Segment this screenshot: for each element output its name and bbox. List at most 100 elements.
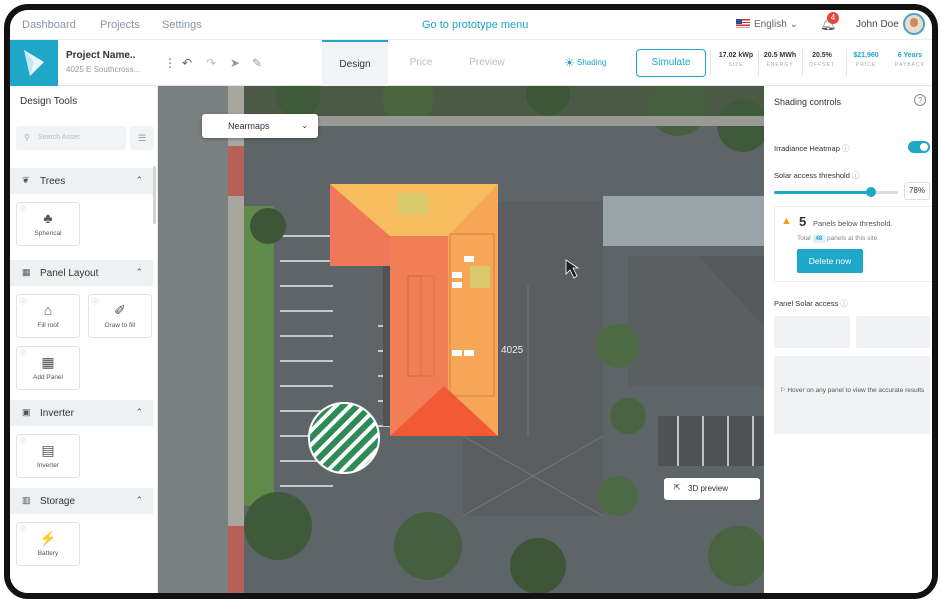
info-icon: ⓘ xyxy=(20,528,27,534)
info-icon: ⓘ xyxy=(20,300,27,306)
nav-settings[interactable]: Settings xyxy=(162,19,202,31)
inverter-icon: ▤ xyxy=(41,442,55,458)
redo-icon[interactable]: ↷ xyxy=(206,56,216,70)
placeholder-box xyxy=(774,316,850,348)
us-flag-icon xyxy=(736,19,750,28)
stat-label: OFFSET xyxy=(809,62,835,68)
slider-knob[interactable] xyxy=(865,187,876,197)
undo-icon[interactable]: ↶ xyxy=(182,56,192,70)
stat-value: 20.5 MWh xyxy=(763,52,797,59)
slider-fill xyxy=(774,191,871,194)
stat-value: 6 Years xyxy=(897,52,923,59)
tool-label: Add Panel xyxy=(33,374,63,381)
tree-icon: ♣ xyxy=(43,210,53,226)
scrollbar[interactable] xyxy=(153,166,156,224)
threshold-value[interactable]: 78% xyxy=(904,182,930,200)
prototype-menu-link[interactable]: Go to prototype menu xyxy=(422,19,528,31)
panel-title: Shading controls xyxy=(774,97,842,107)
tab-preview[interactable]: Preview xyxy=(454,40,520,86)
hint-icon: ⚐ xyxy=(779,387,786,394)
tool-inverter[interactable]: ⓘ ▤ Inverter xyxy=(16,434,80,478)
chevron-up-icon: ⌃ xyxy=(135,407,143,417)
3d-preview-label: 3D preview xyxy=(688,484,729,493)
panel-access-title: Panel Solar access ⓘ xyxy=(774,298,848,309)
chevron-down-icon: ⌄ xyxy=(301,121,308,130)
tree-icon: ❦ xyxy=(22,175,30,185)
stat-label: ENERGY xyxy=(766,62,794,68)
threshold-slider[interactable] xyxy=(774,187,898,197)
section-inverter[interactable]: ▣ Inverter ⌃ xyxy=(10,400,153,426)
stat-offset: 20.5% OFFSET xyxy=(804,52,840,68)
nav-projects[interactable]: Projects xyxy=(100,19,140,31)
project-address: 4025 E Southcross... xyxy=(66,65,141,74)
solar-panel-icon: ▦ xyxy=(22,267,31,277)
address-label: 4025 xyxy=(501,345,524,356)
user-name[interactable]: John Doe xyxy=(856,19,899,30)
chevron-down-icon: ⌄ xyxy=(789,19,798,30)
heatmap-toggle[interactable] xyxy=(908,141,930,153)
info-icon: ⓘ xyxy=(20,440,27,446)
storage-icon: ▥ xyxy=(22,495,31,505)
tool-draw-to-fill[interactable]: ⓘ ✐ Draw to fill xyxy=(88,294,152,338)
info-icon: ⓘ xyxy=(20,352,27,358)
help-icon[interactable]: ? xyxy=(914,94,926,106)
app-logo[interactable] xyxy=(10,40,58,86)
section-label: Inverter xyxy=(40,408,74,419)
tool-fill-roof[interactable]: ⓘ ⌂ Fill roof xyxy=(16,294,80,338)
project-header: Project Name.. 4025 E Southcross... ⋮ ↶ … xyxy=(10,40,932,86)
info-icon: ⓘ xyxy=(20,208,27,214)
tool-spherical[interactable]: ⓘ ♣ Spherical xyxy=(16,202,80,246)
top-nav: Dashboard Projects Settings Go to protot… xyxy=(10,10,932,40)
info-icon: ⓘ xyxy=(92,300,99,306)
chevron-up-icon: ⌃ xyxy=(135,175,143,185)
section-trees[interactable]: ❦ Trees ⌃ xyxy=(10,168,153,194)
imagery-source-label: Nearmaps xyxy=(228,121,270,131)
simulate-button[interactable]: Simulate xyxy=(636,49,706,77)
tool-label: Draw to fill xyxy=(104,322,136,329)
divider xyxy=(846,50,847,76)
3d-preview-button[interactable]: ⇱ 3D preview xyxy=(664,478,760,500)
stat-label: SIZE xyxy=(728,62,744,68)
below-count: 5 xyxy=(799,214,807,229)
search-icon: ⚲ xyxy=(24,133,30,142)
nav-dashboard[interactable]: Dashboard xyxy=(22,19,76,31)
delete-now-button[interactable]: Delete now xyxy=(797,249,863,273)
project-name[interactable]: Project Name.. xyxy=(66,50,135,61)
design-tools-panel: Design Tools ⚲ Search Asset ☰ ❦ Trees ⌃ ⓘ ♣ S… xyxy=(10,86,158,593)
tool-label: Spherical xyxy=(34,230,62,237)
pointer-icon[interactable]: ➤ xyxy=(230,56,240,70)
draw-icon: ✐ xyxy=(114,302,126,318)
threshold-label: Solar access threshold ⓘ xyxy=(774,170,859,181)
imagery-source-dropdown[interactable]: Nearmaps ⌄ xyxy=(202,114,318,138)
map-canvas[interactable]: Nearmaps ⌄ 4025 ⇱ 3D preview xyxy=(158,86,764,593)
pencil-icon[interactable]: ✎ xyxy=(252,56,262,70)
stat-price: $21,960 PRICE xyxy=(848,52,884,68)
threshold-warning-card: ▲ 5 Panels below threshold. Total 48 pan… xyxy=(774,206,932,282)
section-label: Trees xyxy=(40,176,66,187)
section-panel-layout[interactable]: ▦ Panel Layout ⌃ xyxy=(10,260,153,286)
tab-design[interactable]: Design xyxy=(322,40,388,86)
solar-panel-icon: ▦ xyxy=(41,354,55,370)
section-storage[interactable]: ▥ Storage ⌃ xyxy=(10,488,153,514)
section-label: Panel Layout xyxy=(40,268,99,279)
panel-access-title-text: Panel Solar access xyxy=(774,299,839,308)
more-vertical-icon[interactable]: ⋮ xyxy=(164,56,176,70)
shading-toggle[interactable]: ☀ Shading xyxy=(564,56,606,70)
hover-hint: ⚐ Hover on any panel to view the accurat… xyxy=(774,356,930,434)
panel-title: Design Tools xyxy=(20,96,78,107)
info-icon: ⓘ xyxy=(851,171,860,180)
stat-value: $21,960 xyxy=(853,52,879,59)
tool-battery[interactable]: ⓘ ⚡ Battery xyxy=(16,522,80,566)
stat-energy: 20.5 MWh ENERGY xyxy=(760,52,800,68)
search-input[interactable]: ⚲ Search Asset xyxy=(16,126,126,150)
language-selector[interactable]: English ⌄ xyxy=(736,19,798,30)
avatar[interactable] xyxy=(903,13,925,35)
tab-price[interactable]: Price xyxy=(388,40,454,86)
chevron-up-icon: ⌃ xyxy=(135,495,143,505)
info-icon: ⓘ xyxy=(841,144,850,153)
tool-add-panel[interactable]: ⓘ ▦ Add Panel xyxy=(16,346,80,390)
heatmap-label-text: Irradiance Heatmap xyxy=(774,144,840,153)
expand-icon: ⇱ xyxy=(674,483,681,492)
list-view-button[interactable]: ☰ xyxy=(130,126,154,150)
heatmap-label: Irradiance Heatmap ⓘ xyxy=(774,143,849,154)
